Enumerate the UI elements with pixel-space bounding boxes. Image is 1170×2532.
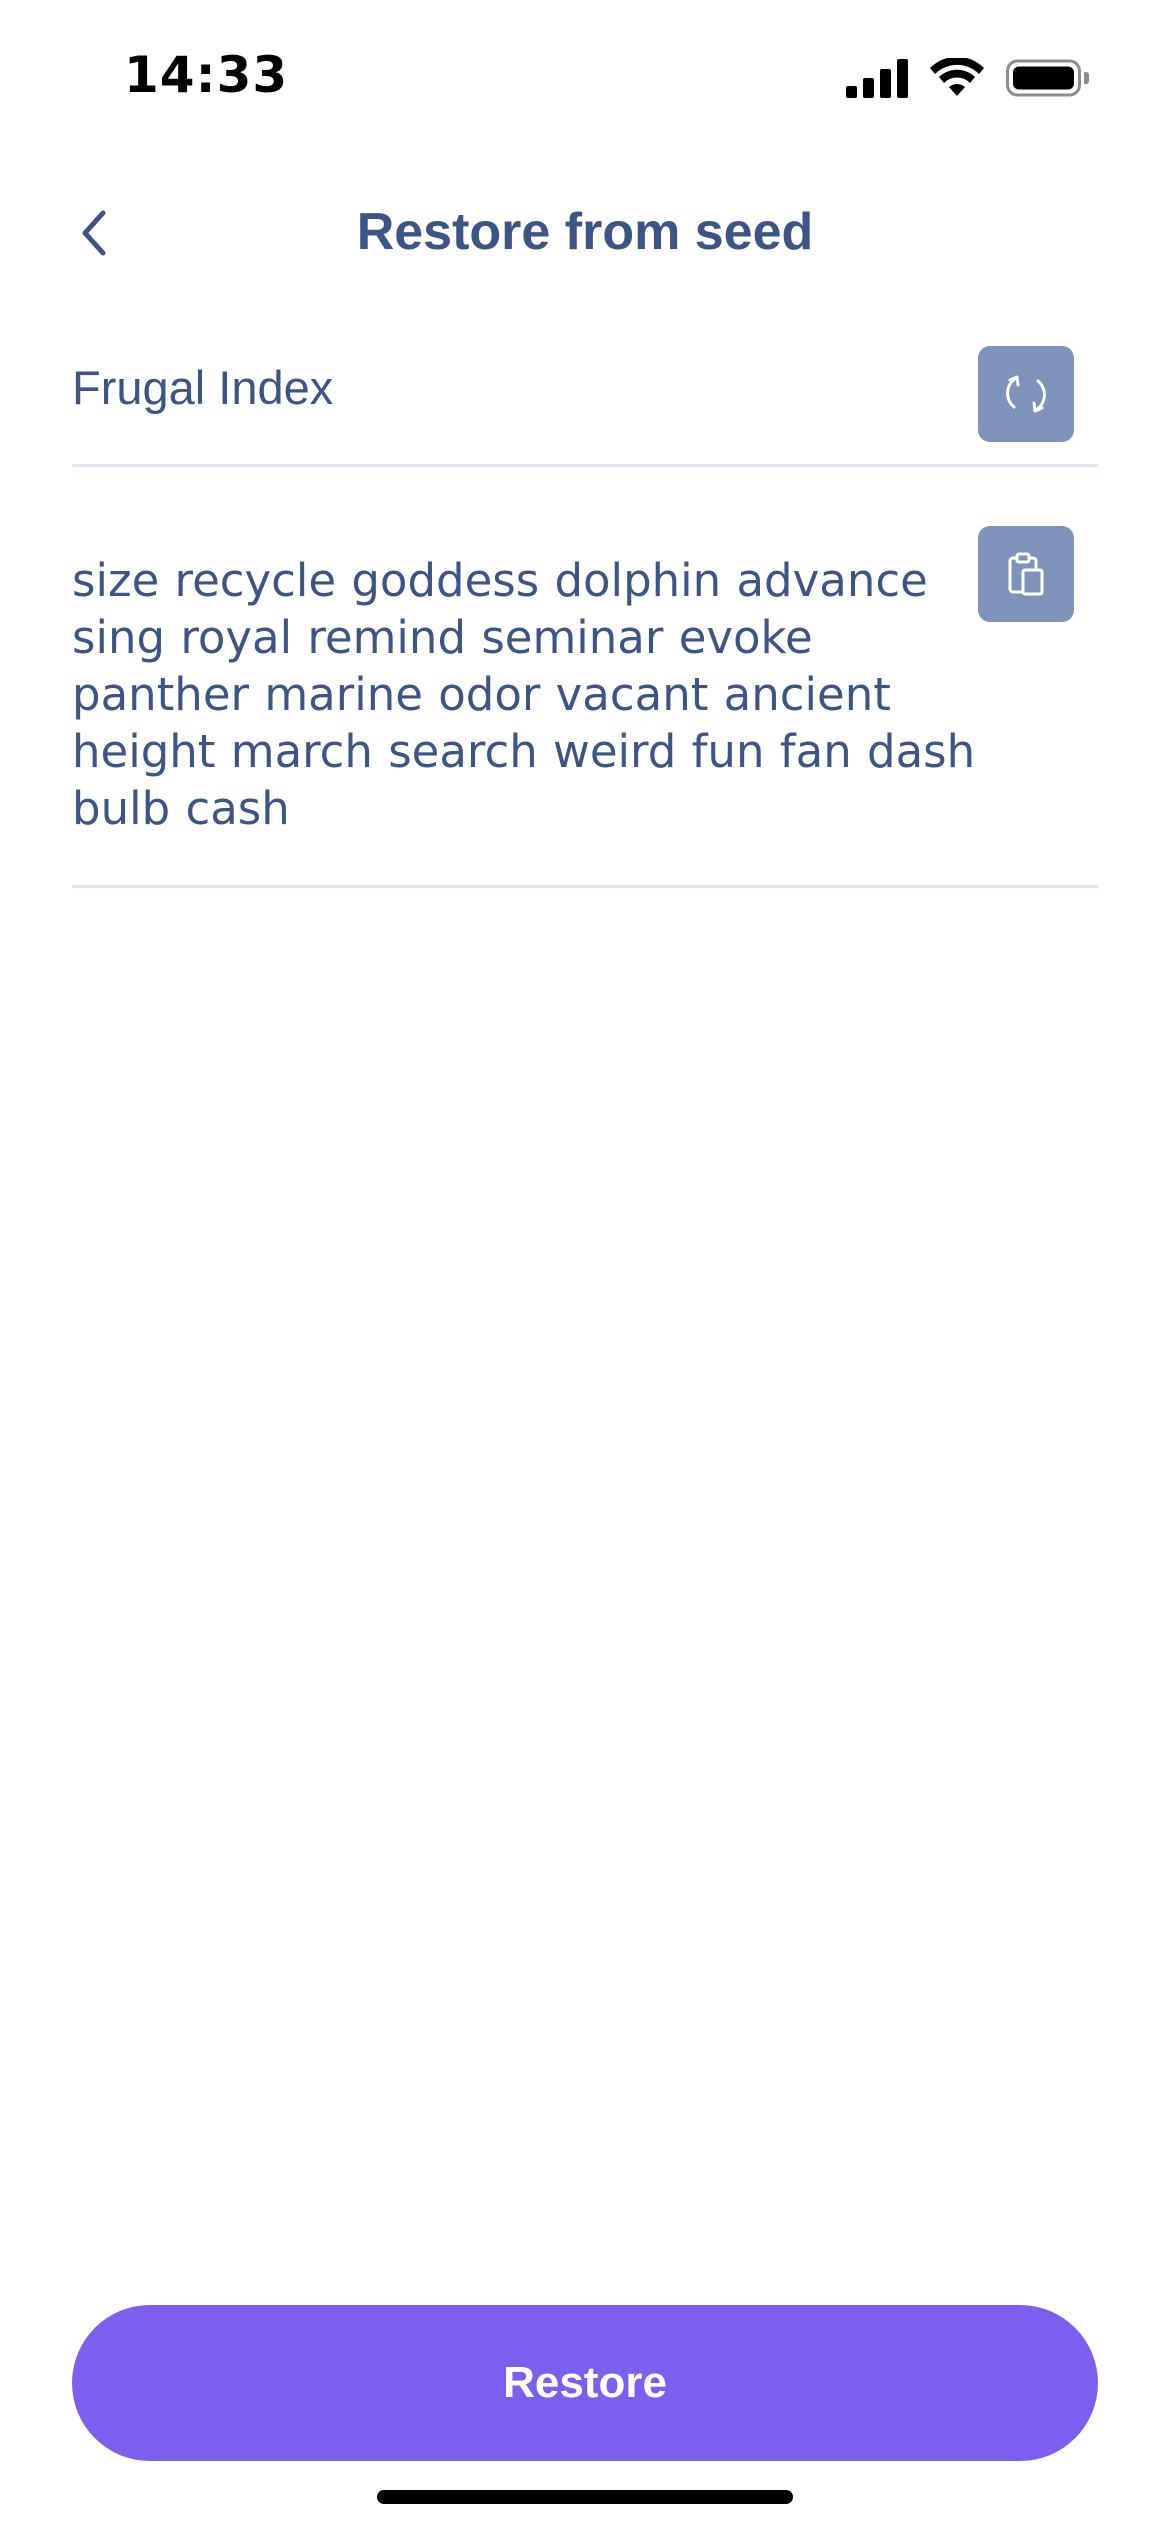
restore-button[interactable]: Restore [72, 2305, 1098, 2461]
cellular-signal-icon [846, 59, 908, 98]
navigation-bar: Restore from seed [0, 180, 1170, 290]
page-title: Restore from seed [356, 203, 814, 261]
clipboard-icon [1008, 552, 1044, 596]
seed-phrase-field[interactable]: size recycle goddess dolphin advance sin… [72, 510, 1098, 888]
status-bar: 14:33 [0, 0, 1170, 150]
wallet-name-field[interactable]: Frugal Index [72, 330, 1098, 467]
regenerate-name-button[interactable] [978, 346, 1074, 442]
battery-icon [1006, 59, 1089, 97]
status-icons [846, 56, 1090, 100]
refresh-icon [1006, 375, 1046, 413]
home-indicator [377, 2490, 793, 2504]
paste-seed-button[interactable] [978, 526, 1074, 622]
seed-phrase-input[interactable]: size recycle goddess dolphin advance sin… [72, 552, 992, 837]
status-time: 14:33 [124, 46, 289, 104]
wallet-name-input[interactable]: Frugal Index [72, 360, 333, 415]
wifi-icon [930, 58, 984, 96]
